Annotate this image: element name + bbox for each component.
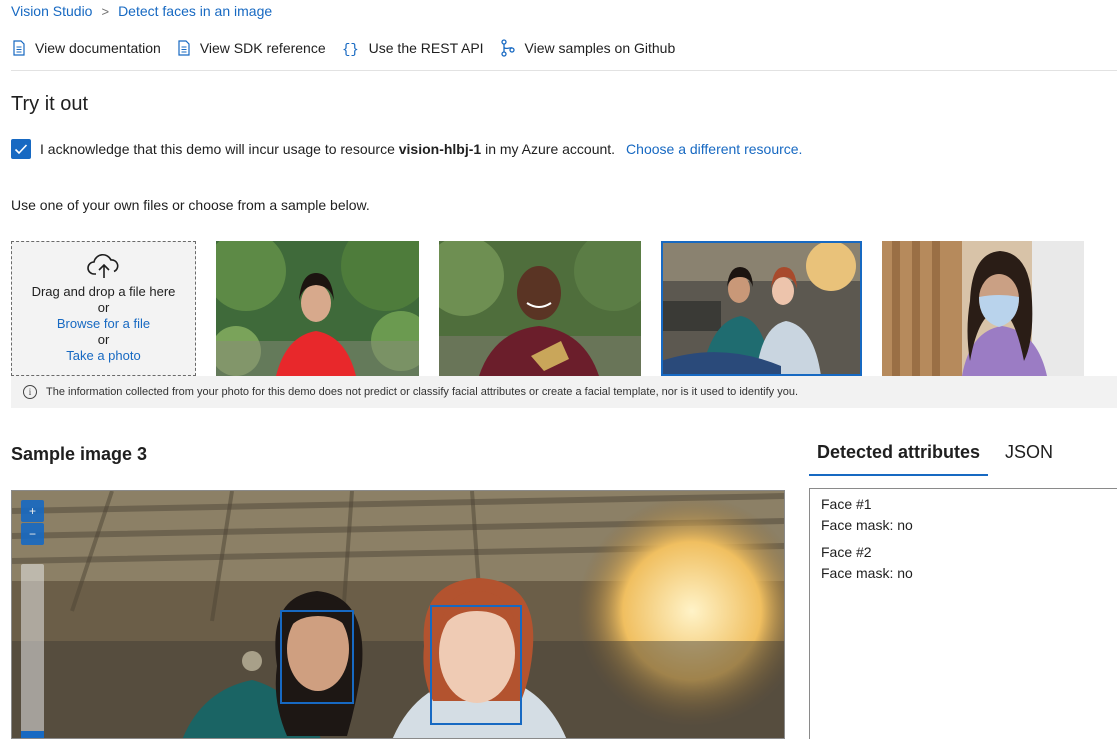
zoom-slider-handle[interactable]	[21, 731, 44, 738]
zoom-in-button[interactable]: +	[21, 500, 44, 522]
detected-attributes-panel: Face #1 Face mask: no Face #2 Face mask:…	[809, 488, 1117, 739]
breadcrumb-vision-studio[interactable]: Vision Studio	[11, 3, 92, 19]
toolbar: View documentation View SDK reference {}…	[12, 36, 691, 60]
acknowledge-text-suffix: in my Azure account.	[485, 141, 616, 157]
sample-photo-woman-face-mask	[882, 241, 1084, 376]
divider	[11, 70, 1117, 71]
view-documentation-link[interactable]: View documentation	[12, 40, 161, 56]
sample-thumbnail-3[interactable]	[661, 241, 862, 376]
zoom-slider-track[interactable]	[21, 564, 44, 738]
chevron-right-icon: >	[101, 3, 110, 19]
sample-thumbnail-4[interactable]	[882, 241, 1084, 376]
instructions-text: Use one of your own files or choose from…	[11, 197, 370, 213]
choose-resource-link[interactable]: Choose a different resource.	[626, 141, 802, 157]
face-result-1: Face #1 Face mask: no	[821, 494, 1107, 536]
sample-thumbnail-2[interactable]	[439, 241, 641, 376]
results-tabs: Detected attributes JSON	[809, 442, 1053, 476]
face-mask-value: Face mask: no	[821, 565, 913, 581]
resource-name: vision-hlbj-1	[398, 141, 482, 157]
view-documentation-label: View documentation	[35, 40, 161, 56]
braces-icon: {}	[342, 42, 359, 56]
face-mask-value: Face mask: no	[821, 517, 913, 533]
face-label: Face #1	[821, 496, 872, 512]
image-viewer[interactable]: + −	[11, 490, 785, 739]
use-rest-api-link[interactable]: {} Use the REST API	[342, 40, 484, 56]
face-bounding-box-2	[430, 605, 522, 725]
face-result-2: Face #2 Face mask: no	[821, 542, 1107, 584]
checkmark-icon	[14, 144, 28, 155]
breadcrumb-current-page[interactable]: Detect faces in an image	[118, 3, 272, 19]
view-sdk-reference-link[interactable]: View SDK reference	[177, 40, 326, 56]
cloud-upload-icon	[86, 254, 118, 278]
document-icon	[178, 40, 190, 56]
info-icon: i	[23, 385, 37, 399]
breadcrumb: Vision Studio > Detect faces in an image	[11, 2, 272, 20]
acknowledge-text-prefix: I acknowledge that this demo will incur …	[40, 141, 395, 157]
tab-json[interactable]: JSON	[1005, 442, 1053, 476]
dropzone-or: or	[97, 332, 110, 347]
branch-icon	[500, 39, 515, 57]
sample-thumbnail-1[interactable]	[216, 241, 419, 376]
file-dropzone[interactable]: Drag and drop a file here or Browse for …	[11, 241, 196, 376]
face-bounding-box-1	[280, 610, 354, 704]
sample-image-3	[12, 491, 784, 738]
acknowledge-row: I acknowledge that this demo will incur …	[11, 139, 802, 159]
browse-file-link[interactable]: Browse for a file	[12, 316, 195, 332]
svg-text:{}: {}	[342, 42, 359, 56]
privacy-notice: i The information collected from your ph…	[11, 376, 1117, 408]
view-samples-github-label: View samples on Github	[524, 40, 676, 56]
privacy-notice-text: The information collected from your phot…	[46, 386, 799, 398]
acknowledge-checkbox[interactable]	[11, 139, 31, 159]
dropzone-drag-text: Drag and drop a file here	[31, 284, 176, 299]
sample-photo-woman-red-dress	[216, 241, 419, 376]
zoom-out-button[interactable]: −	[21, 523, 44, 545]
sample-photo-man-smiling	[439, 241, 641, 376]
page-title: Try it out	[11, 93, 89, 115]
sample-image-title: Sample image 3	[11, 444, 148, 464]
sample-photo-two-women-cafe	[661, 241, 862, 376]
face-label: Face #2	[821, 544, 872, 560]
tab-detected-attributes[interactable]: Detected attributes	[809, 442, 989, 476]
use-rest-api-label: Use the REST API	[368, 40, 484, 56]
view-samples-github-link[interactable]: View samples on Github	[500, 39, 676, 57]
view-sdk-reference-label: View SDK reference	[199, 40, 326, 56]
dropzone-or: or	[97, 300, 110, 315]
take-photo-link[interactable]: Take a photo	[12, 348, 195, 364]
document-icon	[13, 40, 25, 56]
